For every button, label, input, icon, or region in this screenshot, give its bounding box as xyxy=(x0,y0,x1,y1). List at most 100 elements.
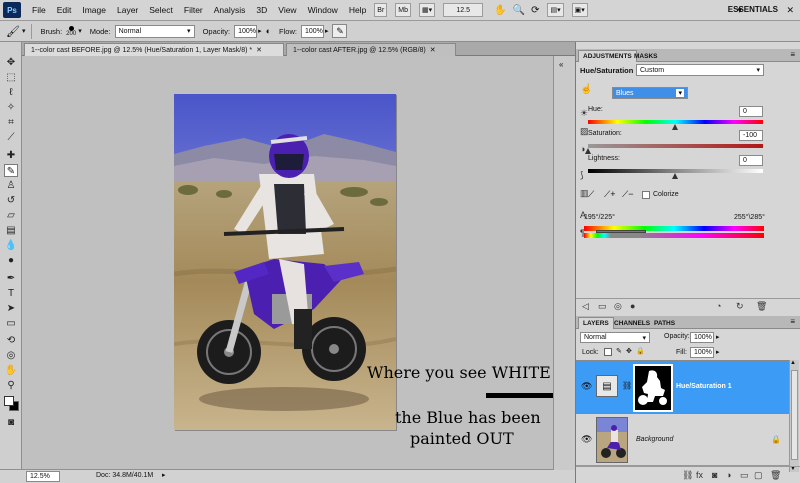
reset-icon[interactable]: ↻ xyxy=(736,301,744,312)
brush-tool-icon[interactable]: ✎ xyxy=(4,164,18,177)
brightness-icon[interactable]: ☀ xyxy=(580,108,588,119)
lock-pixels-icon[interactable]: ✎ xyxy=(616,347,622,355)
tab-layers[interactable]: LAYERS xyxy=(578,317,614,329)
saturation-slider[interactable] xyxy=(588,144,763,148)
screen-mode-button[interactable]: ▣▾ xyxy=(571,3,588,17)
layer-row-background[interactable]: 👁 Background 🔒 xyxy=(576,414,789,466)
tab-adjustments[interactable]: ADJUSTMENTS xyxy=(578,50,637,62)
status-menu-icon[interactable]: ▸ xyxy=(162,471,166,479)
bridge-button[interactable]: Br xyxy=(374,3,388,17)
saturation-slider-thumb[interactable] xyxy=(585,148,591,154)
opacity-slider-icon[interactable]: ▸ xyxy=(716,333,720,341)
preset-select[interactable]: Custom ▾ xyxy=(636,64,764,76)
tab-before-document[interactable]: 1--color cast BEFORE.jpg @ 12.5% (Hue/Sa… xyxy=(24,43,284,56)
hand-icon[interactable]: ✋ xyxy=(4,364,18,377)
airbrush-icon[interactable]: ✎ xyxy=(332,24,348,38)
delete-layer-icon[interactable]: 🗑 xyxy=(770,470,781,481)
blend-mode-select[interactable]: Normal ▾ xyxy=(580,332,650,343)
menu-file[interactable]: File xyxy=(32,5,46,15)
link-layers-icon[interactable]: ⛓ xyxy=(682,470,693,481)
marquee-tool-icon[interactable]: ⬚ xyxy=(4,71,18,84)
eyedropper-tool-icon[interactable]: ⟋ xyxy=(4,131,18,144)
hand-tool-icon[interactable]: ✋ xyxy=(494,5,506,16)
minibridge-button[interactable]: Mb xyxy=(395,3,412,17)
new-layer-icon[interactable]: ▢ xyxy=(754,470,763,481)
eraser-tool-icon[interactable]: ▱ xyxy=(4,209,18,222)
3d-rotate-tool-icon[interactable]: ⟲ xyxy=(4,334,18,347)
status-zoom-field[interactable]: 12.5% xyxy=(26,471,60,482)
hue-input[interactable]: 0 xyxy=(739,106,763,117)
menu-window[interactable]: Window xyxy=(308,5,338,15)
adjustment-layer-icon[interactable]: ◑ xyxy=(726,470,731,480)
collapse-dock-icon[interactable]: « xyxy=(559,60,563,69)
range-slider[interactable] xyxy=(596,230,646,233)
menu-filter[interactable]: Filter xyxy=(184,5,203,15)
expand-view-icon[interactable]: ▭ xyxy=(598,301,607,312)
path-selection-tool-icon[interactable]: ➤ xyxy=(4,302,18,315)
menu-edit[interactable]: Edit xyxy=(57,5,72,15)
trash-icon[interactable]: 🗑 xyxy=(756,301,767,312)
pressure-opacity-icon[interactable]: ◐ xyxy=(266,26,271,36)
layer-mask-thumbnail[interactable] xyxy=(633,364,673,412)
tab-paths[interactable]: PATHS xyxy=(650,317,679,329)
fill-input[interactable]: 100% xyxy=(690,347,714,358)
tab-masks[interactable]: MASKS xyxy=(630,50,661,62)
lock-position-icon[interactable]: ✥ xyxy=(626,347,632,355)
tab-after-document[interactable]: 1--color cast AFTER.jpg @ 12.5% (RGB/8) … xyxy=(286,43,456,56)
menu-layer[interactable]: Layer xyxy=(117,5,138,15)
clip-layer-icon[interactable]: ◎ xyxy=(614,301,622,312)
previous-state-icon[interactable]: ◔ xyxy=(716,301,721,311)
brush-dropdown-icon[interactable]: ▾ xyxy=(78,27,82,35)
fill-slider-icon[interactable]: ▸ xyxy=(716,348,720,356)
window-close-icon[interactable]: ✕ xyxy=(786,5,794,16)
lasso-tool-icon[interactable]: ℓ xyxy=(4,86,18,99)
layer-visibility-eye-icon[interactable]: 👁 xyxy=(581,434,592,445)
menu-3d[interactable]: 3D xyxy=(256,5,267,15)
arrange-documents-button[interactable]: ▤▾ xyxy=(547,3,564,17)
lock-all-icon[interactable]: 🔒 xyxy=(636,347,645,355)
hue-slider-thumb[interactable] xyxy=(672,124,678,130)
lightness-input[interactable]: 0 xyxy=(739,155,763,166)
motocross-photo[interactable] xyxy=(174,94,396,430)
menu-analysis[interactable]: Analysis xyxy=(214,5,246,15)
targeted-adjustment-icon[interactable]: ☝ xyxy=(580,84,592,95)
colorize-checkbox[interactable] xyxy=(642,191,650,199)
saturation-input[interactable]: -100 xyxy=(739,130,763,141)
brush-tool-preset-icon[interactable]: 🖌 xyxy=(6,25,20,38)
brush-size-preview[interactable]: 200 xyxy=(66,25,76,37)
layers-panel-menu-icon[interactable]: ≡ xyxy=(790,317,795,326)
visibility-icon[interactable]: ● xyxy=(630,301,635,311)
layer-opacity-input[interactable]: 100% xyxy=(690,332,714,343)
mode-select[interactable]: Normal ▾ xyxy=(114,24,195,38)
minimize-icon[interactable]: ▾ xyxy=(737,5,742,16)
zoom-tool-icon[interactable]: 🔍 xyxy=(513,5,525,16)
lightness-slider-thumb[interactable] xyxy=(672,173,678,179)
eyedropper-minus-icon[interactable]: ⟋− xyxy=(622,189,634,200)
layer-row-hue-saturation[interactable]: 👁 ▤ ⛓ Hue/Saturation 1 xyxy=(576,360,789,414)
tab-close-icon[interactable]: ✕ xyxy=(256,46,262,54)
opacity-slider-icon[interactable]: ▸ xyxy=(258,27,262,35)
dodge-tool-icon[interactable]: ● xyxy=(4,254,18,267)
lock-transparent-icon[interactable] xyxy=(604,348,612,356)
healing-brush-tool-icon[interactable]: ✚ xyxy=(4,149,18,162)
pen-tool-icon[interactable]: ✒ xyxy=(4,272,18,285)
zoom-level-field[interactable]: 12.5 xyxy=(443,3,484,17)
new-group-icon[interactable]: ▭ xyxy=(740,470,749,481)
layer-visibility-eye-icon[interactable]: 👁 xyxy=(581,381,592,392)
menu-help[interactable]: Help xyxy=(349,5,366,15)
scroll-up-icon[interactable]: ▲ xyxy=(790,360,796,366)
flow-slider-icon[interactable]: ▸ xyxy=(325,27,329,35)
layers-scrollbar[interactable]: ▲ ▼ xyxy=(789,360,799,472)
shape-tool-icon[interactable]: ▭ xyxy=(4,317,18,330)
zoom-icon[interactable]: ⚲ xyxy=(4,379,18,392)
quick-select-tool-icon[interactable]: ✧ xyxy=(4,101,18,114)
view-extras-button[interactable]: ▦▾ xyxy=(419,3,436,17)
flow-input[interactable]: 100% xyxy=(300,24,324,38)
blur-tool-icon[interactable]: 💧 xyxy=(4,239,18,252)
rotate-view-icon[interactable]: ⟳ xyxy=(531,5,539,16)
tab-close-icon[interactable]: ✕ xyxy=(430,46,436,54)
3d-orbit-tool-icon[interactable]: ◎ xyxy=(4,349,18,362)
opacity-input[interactable]: 100% xyxy=(234,24,258,38)
channel-select[interactable]: Blues ▾ xyxy=(612,87,688,99)
layer-style-icon[interactable]: fx xyxy=(696,470,703,480)
